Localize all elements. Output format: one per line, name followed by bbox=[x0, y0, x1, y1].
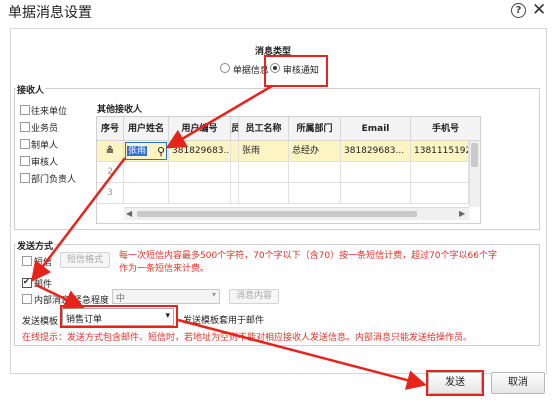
arrow-to-template bbox=[35, 283, 85, 309]
arrow-to-grid bbox=[165, 84, 273, 149]
arrow-to-mail bbox=[30, 157, 126, 282]
annotation-arrows bbox=[30, 84, 427, 390]
arrow-to-send bbox=[177, 318, 427, 390]
